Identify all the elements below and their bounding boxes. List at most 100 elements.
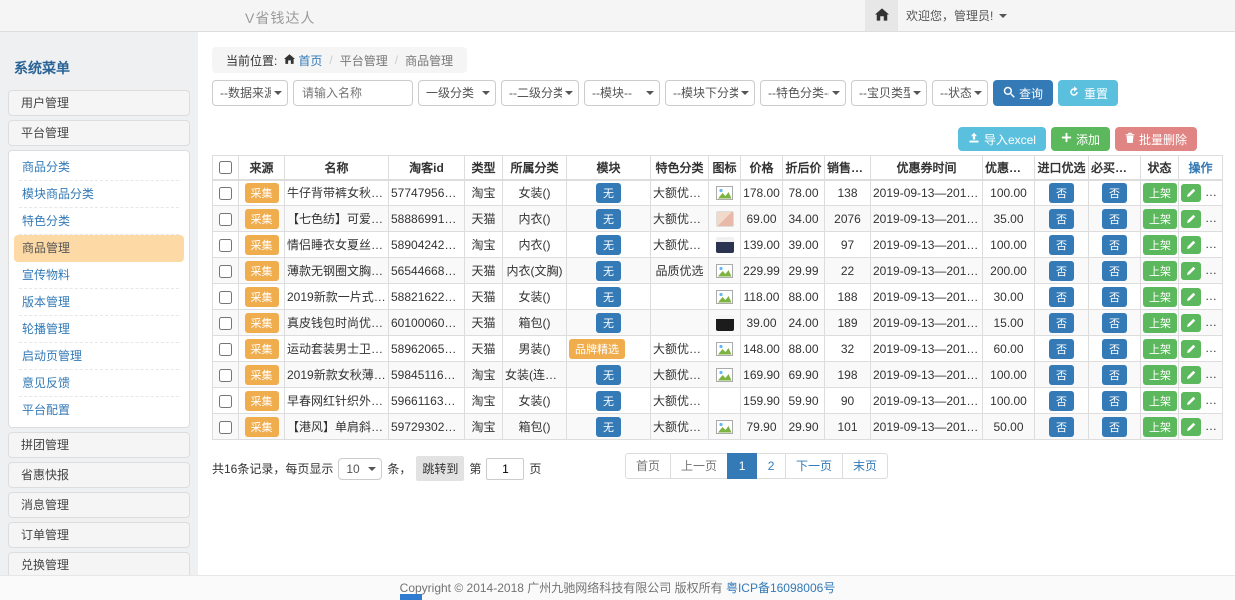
row-checkbox[interactable]	[219, 343, 232, 356]
sidebar-item[interactable]: 模块商品分类	[19, 181, 179, 208]
status-button[interactable]: 上架	[1143, 235, 1177, 255]
name-search-input[interactable]	[293, 80, 413, 106]
item-type-select[interactable]: --宝贝类型--	[851, 80, 927, 106]
must-buy-button[interactable]: 否	[1102, 209, 1127, 229]
sidebar-item[interactable]: 平台配置	[19, 397, 179, 424]
must-buy-button[interactable]: 否	[1102, 183, 1127, 203]
module-badge[interactable]: 无	[596, 235, 621, 255]
level1-category-select[interactable]: 一级分类	[418, 80, 496, 106]
edit-button[interactable]	[1181, 392, 1201, 410]
sidebar-item[interactable]: 特色分类	[19, 208, 179, 235]
page-button[interactable]: 2	[756, 453, 786, 479]
module-badge[interactable]: 无	[596, 183, 621, 203]
edit-button[interactable]	[1181, 366, 1201, 384]
status-button[interactable]: 上架	[1143, 339, 1177, 359]
edit-button[interactable]	[1181, 418, 1201, 436]
sidebar-item[interactable]: 宣传物料	[19, 262, 179, 289]
sidebar-item[interactable]: 意见反馈	[19, 370, 179, 397]
status-button[interactable]: 上架	[1143, 417, 1177, 437]
must-buy-button[interactable]: 否	[1102, 365, 1127, 385]
level2-category-select[interactable]: --二级分类--	[501, 80, 579, 106]
status-button[interactable]: 上架	[1143, 365, 1177, 385]
breadcrumb-link-home[interactable]: 首页	[298, 52, 322, 69]
must-buy-button[interactable]: 否	[1102, 287, 1127, 307]
edit-button[interactable]	[1181, 340, 1201, 358]
edit-button[interactable]	[1181, 314, 1201, 332]
row-checkbox[interactable]	[219, 421, 232, 434]
row-checkbox[interactable]	[219, 395, 232, 408]
user-menu[interactable]: 欢迎您，管理员!	[906, 0, 1007, 31]
sidebar-section[interactable]: 用户管理	[8, 90, 190, 116]
import-select-button[interactable]: 否	[1049, 313, 1074, 333]
must-buy-button[interactable]: 否	[1102, 261, 1127, 281]
import-excel-button[interactable]: 导入excel	[958, 127, 1046, 151]
module-badge[interactable]: 无	[596, 391, 621, 411]
page-button[interactable]: 首页	[625, 453, 671, 479]
edit-button[interactable]	[1181, 210, 1201, 228]
sidebar-section[interactable]: 省惠快报	[8, 462, 190, 488]
row-checkbox[interactable]	[219, 291, 232, 304]
sidebar-item[interactable]: 版本管理	[19, 289, 179, 316]
import-select-button[interactable]: 否	[1049, 391, 1074, 411]
sidebar-section[interactable]: 消息管理	[8, 492, 190, 518]
page-button[interactable]: 下一页	[785, 453, 843, 479]
import-select-button[interactable]: 否	[1049, 209, 1074, 229]
page-button[interactable]: 1	[727, 453, 757, 479]
row-checkbox[interactable]	[219, 213, 232, 226]
status-select[interactable]: --状态--	[932, 80, 988, 106]
row-checkbox[interactable]	[219, 187, 232, 200]
row-checkbox[interactable]	[219, 317, 232, 330]
row-checkbox[interactable]	[219, 239, 232, 252]
sidebar-section[interactable]: 拼团管理	[8, 432, 190, 458]
edit-button[interactable]	[1181, 236, 1201, 254]
module-badge[interactable]: 无	[596, 313, 621, 333]
row-checkbox[interactable]	[219, 265, 232, 278]
status-button[interactable]: 上架	[1143, 391, 1177, 411]
must-buy-button[interactable]: 否	[1102, 417, 1127, 437]
module-badge[interactable]: 无	[596, 417, 621, 437]
row-checkbox[interactable]	[219, 369, 232, 382]
status-button[interactable]: 上架	[1143, 183, 1177, 203]
status-button[interactable]: 上架	[1143, 261, 1177, 281]
import-select-button[interactable]: 否	[1049, 287, 1074, 307]
module-subcategory-select[interactable]: --模块下分类--	[665, 80, 755, 106]
must-buy-button[interactable]: 否	[1102, 235, 1127, 255]
import-select-button[interactable]: 否	[1049, 365, 1074, 385]
add-button[interactable]: 添加	[1051, 127, 1110, 151]
feature-category-select[interactable]: --特色分类--	[760, 80, 846, 106]
import-select-button[interactable]: 否	[1049, 261, 1074, 281]
module-badge[interactable]: 品牌精选	[569, 339, 625, 359]
jump-button[interactable]: 跳转到	[416, 456, 464, 481]
data-source-select[interactable]: --数据来源--	[212, 80, 288, 106]
edit-button[interactable]	[1181, 288, 1201, 306]
module-badge[interactable]: 无	[596, 209, 621, 229]
sidebar-item[interactable]: 轮播管理	[19, 316, 179, 343]
import-select-button[interactable]: 否	[1049, 235, 1074, 255]
must-buy-button[interactable]: 否	[1102, 339, 1127, 359]
page-size-select[interactable]: 10	[338, 458, 382, 480]
module-badge[interactable]: 无	[596, 287, 621, 307]
home-button[interactable]	[865, 0, 898, 31]
module-select[interactable]: --模块--	[584, 80, 660, 106]
search-button[interactable]: 查询	[993, 80, 1053, 106]
sidebar-item[interactable]: 启动页管理	[19, 343, 179, 370]
page-button[interactable]: 末页	[842, 453, 888, 479]
sidebar-section[interactable]: 订单管理	[8, 522, 190, 548]
must-buy-button[interactable]: 否	[1102, 313, 1127, 333]
module-badge[interactable]: 无	[596, 261, 621, 281]
status-button[interactable]: 上架	[1143, 209, 1177, 229]
import-select-button[interactable]: 否	[1049, 183, 1074, 203]
status-button[interactable]: 上架	[1143, 313, 1177, 333]
status-button[interactable]: 上架	[1143, 287, 1177, 307]
edit-button[interactable]	[1181, 262, 1201, 280]
sidebar-item[interactable]: 商品管理	[14, 235, 184, 262]
import-select-button[interactable]: 否	[1049, 417, 1074, 437]
module-badge[interactable]: 无	[596, 365, 621, 385]
sidebar-section[interactable]: 平台管理	[8, 120, 190, 146]
must-buy-button[interactable]: 否	[1102, 391, 1127, 411]
edit-button[interactable]	[1181, 184, 1201, 202]
sidebar-item[interactable]: 商品分类	[19, 154, 179, 181]
page-button[interactable]: 上一页	[670, 453, 728, 479]
icp-link[interactable]: 粤ICP备16098006号	[726, 581, 835, 595]
import-select-button[interactable]: 否	[1049, 339, 1074, 359]
